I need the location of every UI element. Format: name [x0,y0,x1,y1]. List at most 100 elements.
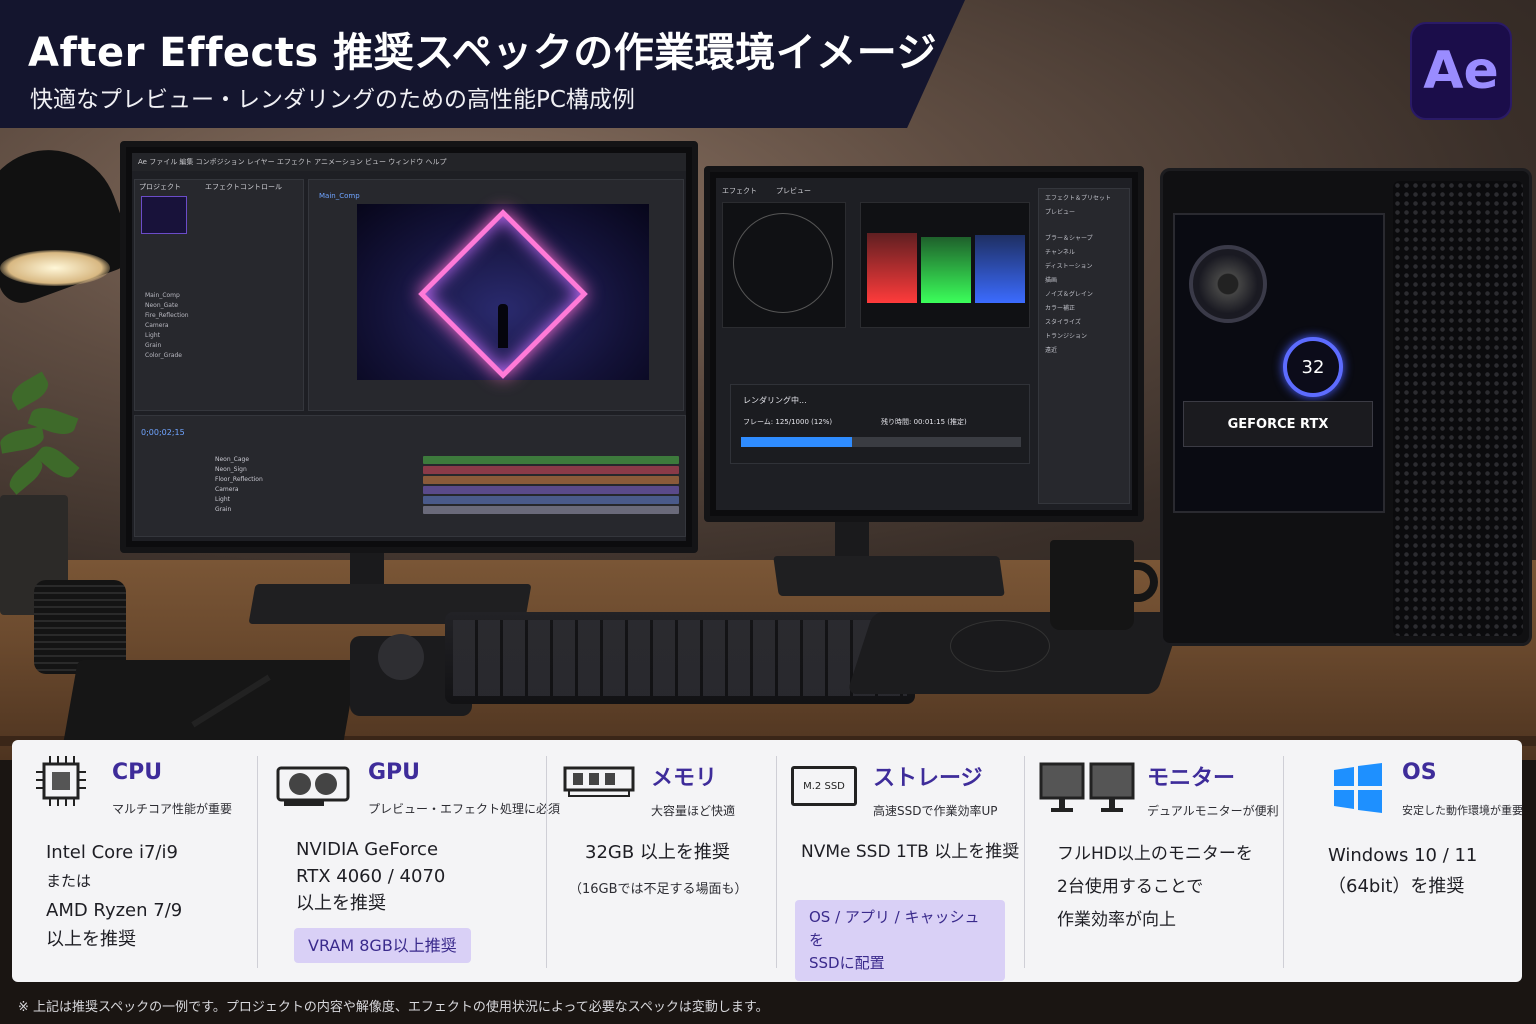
side-panel-item[interactable]: プレビュー [1045,207,1075,216]
render-frame-count: フレーム: 125/1000 (12%) [743,418,833,426]
preview-tab[interactable]: プレビュー [776,186,811,196]
spec-title: CPU [112,760,163,785]
spec-title: GPU [368,760,421,785]
spec-body: NVMe SSD 1TB 以上を推奨 [801,842,1020,862]
layer-track[interactable] [423,456,679,464]
layer-track[interactable] [423,506,679,514]
side-panel-item[interactable]: スタイライズ [1045,317,1081,326]
mouse [950,620,1050,672]
side-panel-item[interactable]: ディストーション [1045,261,1092,270]
spec-line: フルHD以上のモニターを [1057,844,1253,864]
spec-os: OS 安定した動作環境が重要 Windows 10 / 11 （64bit）を推… [1284,740,1523,982]
cpu-cooler-fan [1189,245,1267,323]
spec-subtitle: 安定した動作環境が重要 [1402,804,1523,817]
comp-thumbnail [141,196,187,234]
tower-front-mesh [1393,181,1523,636]
spec-title: モニター [1147,766,1236,791]
layer-track[interactable] [423,466,679,474]
timeline-layer[interactable]: Neon_Cage [215,456,249,463]
vectorscope [722,202,846,328]
badge-line: SSDに配置 [809,954,885,972]
spec-gpu: GPU プレビュー・エフェクト処理に必須 NVIDIA GeForce RTX … [258,740,560,982]
timeline-panel: 0;00;02;15 Neon_Cage Neon_Sign Floor_Ref… [134,415,686,537]
project-item[interactable]: Grain [145,342,161,349]
spec-line: AMD Ryzen 7/9 [46,900,183,921]
page-subtitle: 快適なプレビュー・レンダリングのための高性能PC構成例 [30,87,635,113]
render-progress-fill [741,437,852,447]
footer-note: ※ 上記は推奨スペックの一例です。プロジェクトの内容や解像度、エフェクトの使用状… [18,1000,769,1015]
after-effects-screen: Ae ファイル 編集 コンポジション レイヤー エフェクト アニメーション ビュ… [132,153,686,541]
pc-tower: 32 GEFORCE RTX [1160,168,1532,646]
waveform-scope [860,202,1030,328]
vram-badge: VRAM 8GB以上推奨 [294,928,471,963]
notebook [62,660,358,750]
project-tab[interactable]: プロジェクト [139,182,181,192]
side-panel-item[interactable]: トランジション [1045,331,1087,340]
spec-storage: M.2 SSD ストレージ 高速SSDで作業効率UP NVMe SSD 1TB … [777,740,1024,982]
side-panel-item[interactable]: カラー補正 [1045,303,1075,312]
side-panel-item[interactable]: ノイズ＆グレイン [1045,289,1093,298]
project-item[interactable]: Main_Comp [145,292,180,299]
effects-tab[interactable]: エフェクト [722,186,757,196]
side-panel-item[interactable]: ブラー＆シャープ [1045,233,1093,242]
spec-body: 32GB 以上を推奨 [585,842,730,863]
project-item[interactable]: Color_Grade [145,352,182,359]
spec-subtitle: 大容量ほど快適 [651,804,736,818]
project-item[interactable]: Neon_Gate [145,302,178,309]
spec-line: 2台使用することで [1057,877,1204,897]
spec-line: 以上を推奨 [46,929,136,950]
right-monitor: エフェクト プレビュー レンダリング中... フレーム: 125/1000 (1… [704,166,1144,522]
ssd-icon: M.2 SSD [791,766,857,806]
timeline-layer[interactable]: Camera [215,486,239,493]
composition-panel: Main_Comp [308,179,684,411]
side-panel-item[interactable]: 遠近 [1045,345,1057,354]
badge-line: OS / アプリ / キャッシュを [809,908,980,949]
dual-monitor-icon [1039,762,1135,812]
spec-body: Intel Core i7/i9 または AMD Ryzen 7/9 以上を推奨 [46,838,182,954]
render-progress-bar [741,437,1021,447]
spec-line: Windows 10 / 11 [1328,845,1478,866]
spec-line: 作業効率が向上 [1057,910,1176,930]
spec-subtitle: プレビュー・エフェクト処理に必須 [368,802,561,816]
timecode[interactable]: 0;00;02;15 [141,428,185,437]
spec-panel: CPU マルチコア性能が重要 Intel Core i7/i9 または AMD … [12,740,1523,982]
render-title: レンダリング中... [743,396,807,405]
timeline-layer[interactable]: Floor_Reflection [215,476,263,483]
side-panel-item[interactable]: チャンネル [1045,247,1075,256]
spec-body: NVIDIA GeForce RTX 4060 / 4070 以上を推奨 [296,836,445,917]
ae-menu-bar[interactable]: Ae ファイル 編集 コンポジション レイヤー エフェクト アニメーション ビュ… [132,153,686,171]
timeline-layer[interactable]: Neon_Sign [215,466,247,473]
spec-line: 以上を推奨 [296,893,386,914]
composition-viewer[interactable] [357,204,649,380]
timeline-layer[interactable]: Grain [215,506,231,513]
project-panel: プロジェクト エフェクトコントロール Main_Comp Neon_Gate F… [134,179,304,411]
jog-dial [378,634,424,680]
project-item[interactable]: Fire_Reflection [145,312,189,319]
layer-track[interactable] [423,476,679,484]
gpu-card: GEFORCE RTX [1183,401,1373,447]
effects-presets-panel: エフェクト＆プリセット プレビュー ブラー＆シャープ チャンネル ディストーショ… [1038,188,1130,504]
after-effects-logo: Ae [1410,22,1512,120]
spec-line: Intel Core i7/i9 [46,842,178,863]
spec-title: OS [1402,760,1437,785]
spec-note: （16GBでは不足する場面も） [569,882,748,897]
timeline-layer[interactable]: Light [215,496,230,503]
effect-controls-tab[interactable]: エフェクトコントロール [205,182,282,192]
tower-side-glass: 32 [1173,213,1385,513]
ssd-badge: OS / アプリ / キャッシュを SSDに配置 [795,900,1005,981]
graphics-card-icon [276,766,350,806]
layer-track[interactable] [423,496,679,504]
spec-line: NVIDIA GeForce [296,839,439,860]
side-panel-item[interactable]: エフェクト＆プリセット [1045,193,1111,202]
windows-icon [1334,763,1382,813]
coffee-mug [1050,540,1134,630]
project-item[interactable]: Light [145,332,160,339]
person-silhouette [498,304,508,348]
spec-line: （64bit）を推奨 [1328,876,1465,897]
layer-track[interactable] [423,486,679,494]
side-panel-item[interactable]: 描画 [1045,275,1057,284]
comp-tab[interactable]: Main_Comp [319,192,360,200]
spec-cpu: CPU マルチコア性能が重要 Intel Core i7/i9 または AMD … [12,740,257,982]
project-item[interactable]: Camera [145,322,169,329]
spec-body: フルHD以上のモニターを 2台使用することで 作業効率が向上 [1057,838,1253,937]
